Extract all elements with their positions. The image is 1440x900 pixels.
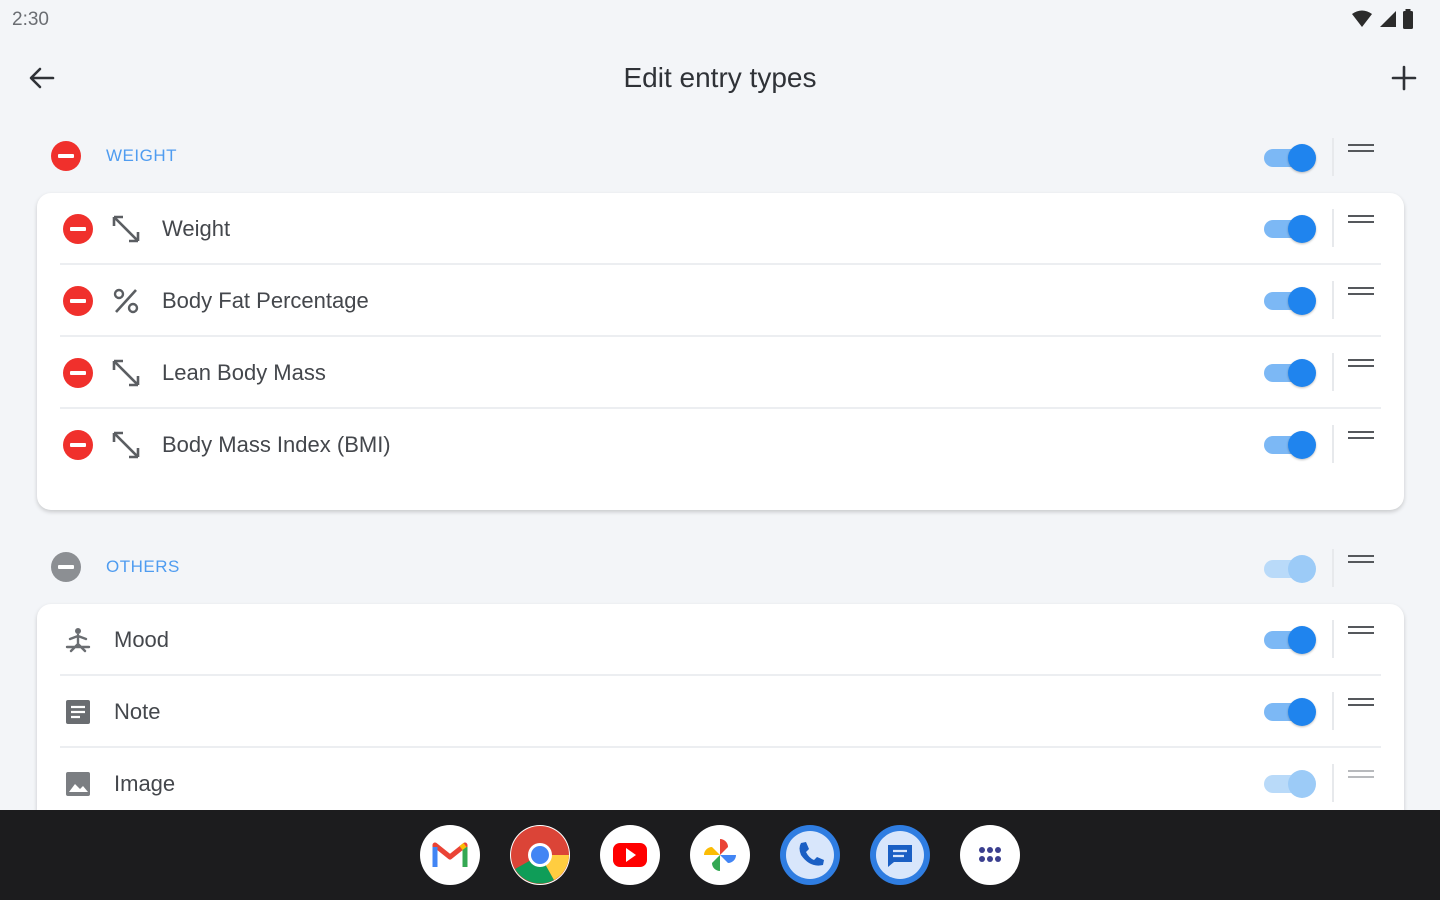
app-drawer-button[interactable] [960, 825, 1020, 885]
item-label: Lean Body Mass [162, 360, 326, 385]
status-time: 2:30 [12, 9, 49, 30]
gmail-icon [432, 842, 468, 867]
drag-handle-icon[interactable] [1348, 143, 1374, 153]
list-item: Body Fat Percentage [37, 265, 1404, 337]
vertical-divider [1332, 281, 1334, 319]
vertical-divider [1332, 549, 1334, 587]
group-title: WEIGHT [106, 146, 177, 165]
phone-icon [786, 831, 834, 879]
group-toggle[interactable] [1262, 553, 1318, 585]
drag-handle-icon[interactable] [1348, 358, 1374, 368]
taskbar [0, 810, 1440, 900]
add-entry-type-button[interactable] [1388, 62, 1420, 94]
youtube-app-button[interactable] [600, 825, 660, 885]
chrome-app-button[interactable] [510, 825, 570, 885]
vertical-divider [1332, 692, 1334, 730]
item-toggle[interactable] [1262, 768, 1318, 800]
resize-arrows-icon [112, 359, 140, 387]
percent-icon [113, 288, 139, 314]
phone-app-button[interactable] [780, 825, 840, 885]
group-title: OTHERS [106, 557, 180, 576]
photos-app-button[interactable] [690, 825, 750, 885]
item-toggle[interactable] [1262, 213, 1318, 245]
screen-content: 2:30 Edit entry types WEIGHT Weight Body… [0, 0, 1440, 810]
status-icons [1352, 8, 1414, 30]
page-title: Edit entry types [623, 62, 817, 93]
cell-signal-icon [1380, 11, 1396, 27]
drag-handle-icon[interactable] [1348, 769, 1374, 779]
resize-arrows-icon [112, 431, 140, 459]
remove-item-icon[interactable] [63, 430, 93, 460]
list-item: Lean Body Mass [37, 337, 1404, 409]
item-toggle[interactable] [1262, 357, 1318, 389]
list-item: Body Mass Index (BMI) [37, 409, 1404, 481]
vertical-divider [1332, 764, 1334, 802]
item-label: Body Mass Index (BMI) [162, 432, 391, 457]
chrome-icon [511, 826, 569, 884]
drag-handle-icon[interactable] [1348, 625, 1374, 635]
group-header-weight: WEIGHT [0, 126, 1440, 186]
list-item: Weight [37, 193, 1404, 265]
vertical-divider [1332, 620, 1334, 658]
item-toggle[interactable] [1262, 624, 1318, 656]
item-label: Weight [162, 216, 231, 241]
app-dock [420, 825, 1020, 885]
group-toggle[interactable] [1262, 142, 1318, 174]
messages-app-button[interactable] [870, 825, 930, 885]
remove-item-icon[interactable] [63, 286, 93, 316]
remove-group-icon[interactable] [51, 552, 81, 582]
status-bar: 2:30 [0, 0, 1440, 40]
item-toggle[interactable] [1262, 696, 1318, 728]
vertical-divider [1332, 138, 1334, 176]
item-label: Body Fat Percentage [162, 288, 369, 313]
battery-icon [1403, 9, 1413, 29]
drag-handle-icon[interactable] [1348, 430, 1374, 440]
list-item: Note [37, 676, 1404, 748]
remove-item-icon[interactable] [63, 358, 93, 388]
list-item: Mood [37, 604, 1404, 676]
resize-arrows-icon [112, 215, 140, 243]
plus-icon [1391, 65, 1417, 91]
image-icon [66, 772, 90, 796]
item-toggle[interactable] [1262, 285, 1318, 317]
vertical-divider [1332, 425, 1334, 463]
item-label: Image [114, 771, 176, 796]
item-label: Note [114, 699, 161, 724]
app-drawer-icon [979, 847, 1001, 862]
note-icon [66, 700, 90, 724]
messages-icon [876, 831, 924, 879]
wifi-icon [1352, 10, 1372, 27]
vertical-divider [1332, 209, 1334, 247]
item-toggle[interactable] [1262, 429, 1318, 461]
app-bar: Edit entry types [0, 44, 1440, 116]
gmail-app-button[interactable] [420, 825, 480, 885]
remove-item-icon[interactable] [63, 214, 93, 244]
meditation-icon [65, 628, 91, 653]
group-card-others: Mood Note Image [37, 604, 1404, 810]
drag-handle-icon[interactable] [1348, 697, 1374, 707]
youtube-icon [613, 843, 647, 867]
drag-handle-icon[interactable] [1348, 214, 1374, 224]
photos-icon [704, 839, 736, 871]
group-header-others: OTHERS [0, 537, 1440, 597]
vertical-divider [1332, 353, 1334, 391]
drag-handle-icon[interactable] [1348, 554, 1374, 564]
item-label: Mood [114, 627, 170, 652]
list-item: Image [37, 748, 1404, 810]
remove-group-icon[interactable] [51, 141, 81, 171]
drag-handle-icon[interactable] [1348, 286, 1374, 296]
group-card-weight: Weight Body Fat Percentage Lean Body Mas… [37, 193, 1404, 510]
